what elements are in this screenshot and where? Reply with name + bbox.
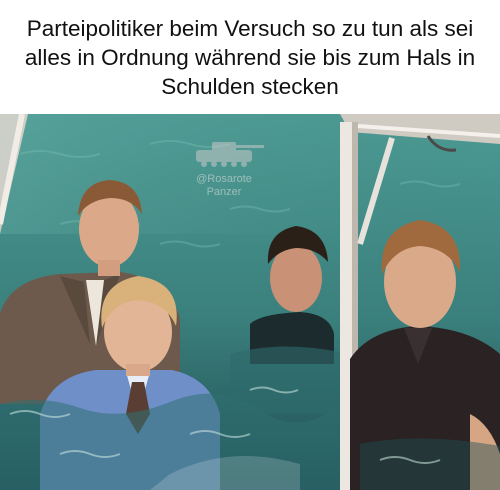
meme-container: Parteipolitiker beim Versuch so zu tun a…	[0, 0, 500, 490]
caption-area: Parteipolitiker beim Versuch so zu tun a…	[0, 0, 500, 114]
watermark-line1: @Rosarote	[196, 173, 252, 185]
meme-photo: @Rosarote Panzer	[0, 114, 500, 490]
pool-scene: @Rosarote Panzer	[0, 114, 500, 490]
watermark-line2: Panzer	[207, 186, 242, 198]
caption-text: Parteipolitiker beim Versuch so zu tun a…	[24, 15, 476, 99]
